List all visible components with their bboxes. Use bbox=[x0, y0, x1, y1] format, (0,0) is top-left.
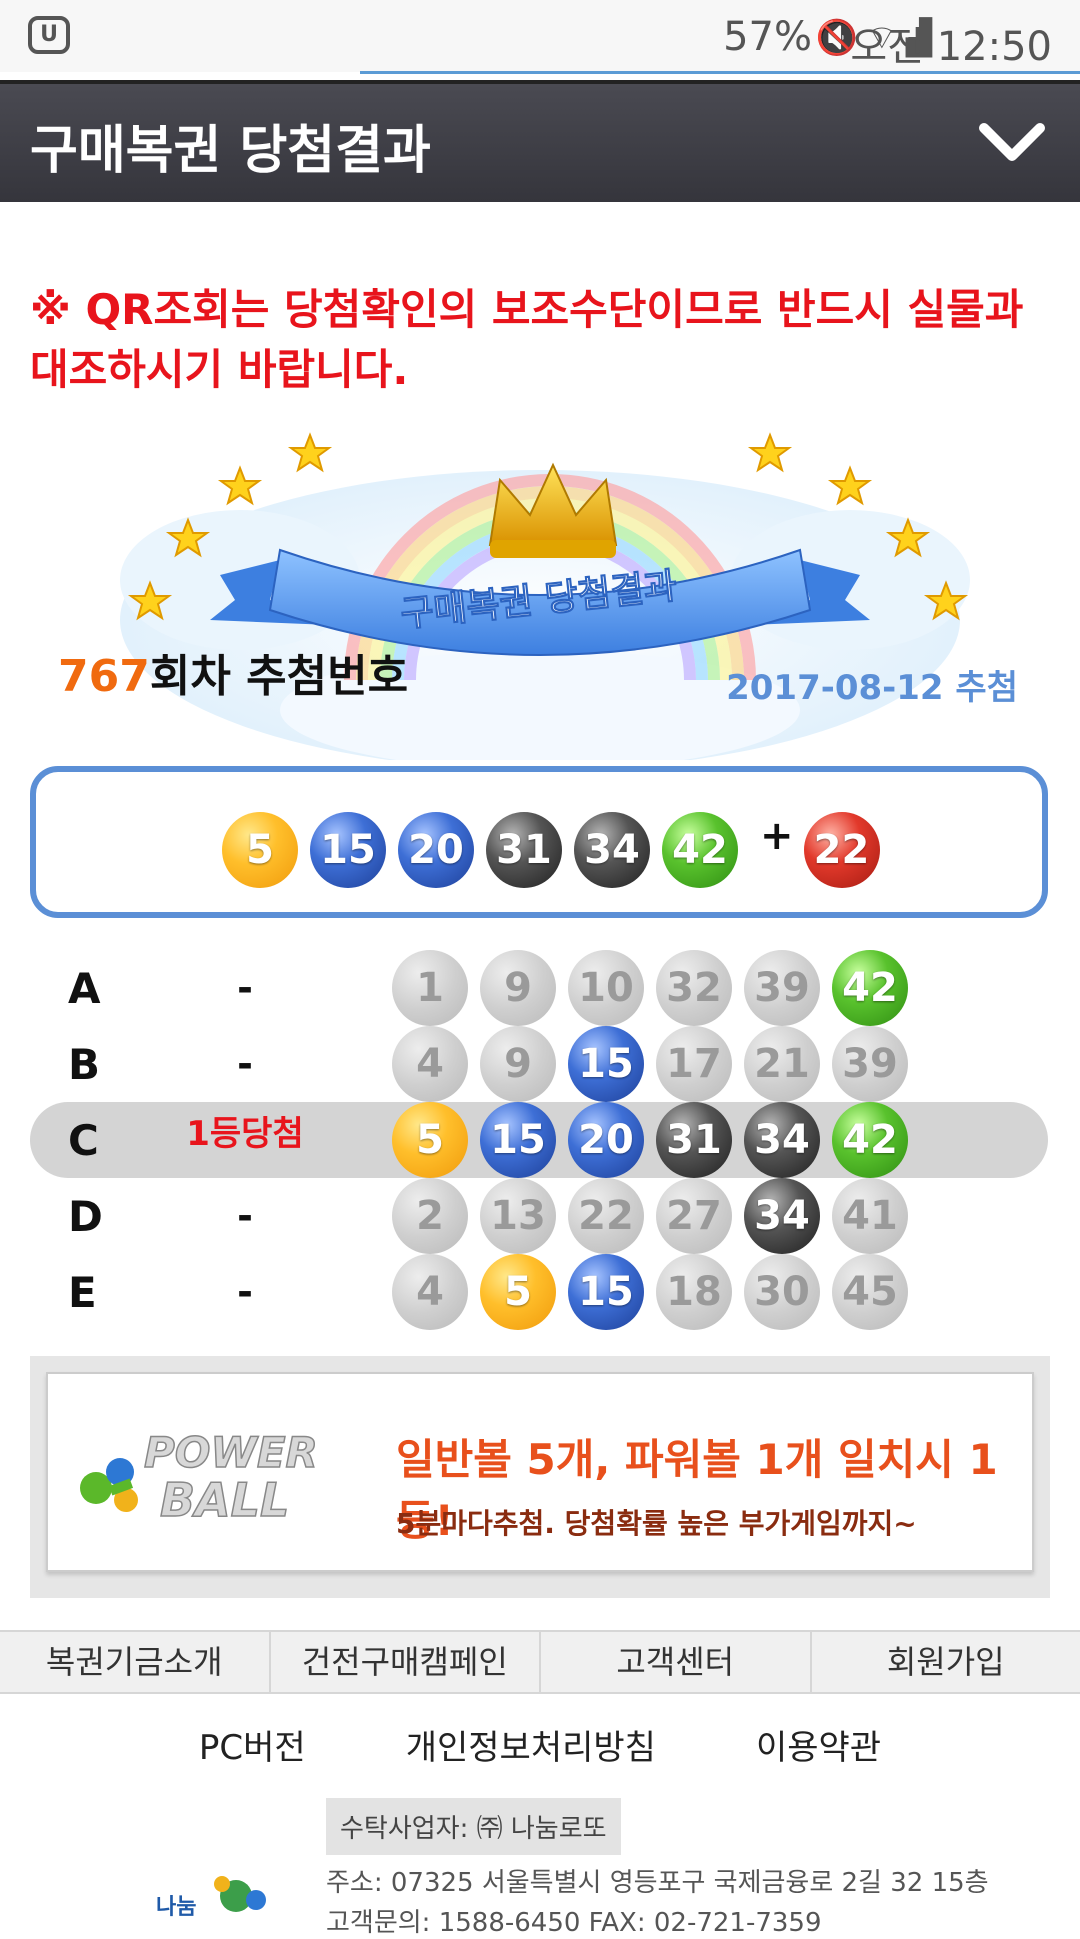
page-header: 구매복권 당첨결과 bbox=[0, 80, 1080, 202]
draw-round-title: 767회차 추첨번호 bbox=[58, 640, 408, 704]
status-bar: U 🔇⌔▟ 57% 오전 12:50 bbox=[0, 0, 1080, 72]
winning-ball: 15 bbox=[310, 812, 386, 888]
ticket-letter: D bbox=[68, 1192, 103, 1241]
pc-version-link[interactable]: PC버전 bbox=[199, 1720, 306, 1769]
ticket-ball: 39 bbox=[832, 1026, 908, 1102]
ticket-ball: 34 bbox=[744, 1102, 820, 1178]
ticket-row: B - 4915172139 bbox=[30, 1026, 1048, 1102]
ticket-ball: 34 bbox=[744, 1178, 820, 1254]
powerball-ad-card[interactable]: POWER BALL 일반볼 5개, 파워볼 1개 일치시 1등! 5분마다추첨… bbox=[46, 1372, 1034, 1572]
ticket-ball: 13 bbox=[480, 1178, 556, 1254]
page-load-progress bbox=[360, 71, 1080, 74]
ticket-ball: 15 bbox=[480, 1102, 556, 1178]
ticket-ball: 15 bbox=[568, 1026, 644, 1102]
ticket-ball: 41 bbox=[832, 1178, 908, 1254]
ticket-ball: 4 bbox=[392, 1254, 468, 1330]
winning-ball: 34 bbox=[574, 812, 650, 888]
logo-power-text: POWER bbox=[144, 1428, 318, 1477]
ticket-ball: 9 bbox=[480, 950, 556, 1026]
company-address: 주소: 07325 서울특별시 영등포구 국제금융로 2길 32 15층 bbox=[326, 1862, 989, 1899]
ticket-row: A - 1910323942 bbox=[30, 950, 1048, 1026]
ticket-result: 1등당첨 bbox=[180, 1106, 310, 1155]
ticket-ball: 22 bbox=[568, 1178, 644, 1254]
nanum-lotto-logo: 나눔 bbox=[152, 1874, 272, 1920]
ticket-ball: 18 bbox=[656, 1254, 732, 1330]
ticket-ball: 42 bbox=[832, 950, 908, 1026]
ticket-ball: 42 bbox=[832, 1102, 908, 1178]
winning-numbers-box: 51520313442 +22 bbox=[30, 766, 1048, 918]
footer-links: PC버전 개인정보처리방침 이용약관 bbox=[0, 1720, 1080, 1769]
ticket-ball: 15 bbox=[568, 1254, 644, 1330]
winning-ball: 20 bbox=[398, 812, 474, 888]
draw-round-suffix: 회차 추첨번호 bbox=[150, 651, 408, 702]
ticket-numbers: 51520313442 bbox=[392, 1102, 920, 1178]
nanum-logo-text: 나눔 bbox=[156, 1895, 196, 1920]
ticket-numbers: 4515183045 bbox=[392, 1254, 920, 1330]
ticket-ball: 5 bbox=[392, 1102, 468, 1178]
app-logo-icon: U bbox=[28, 16, 70, 54]
ticket-ball: 27 bbox=[656, 1178, 732, 1254]
ticket-letter: C bbox=[68, 1116, 99, 1165]
ticket-numbers: 1910323942 bbox=[392, 950, 920, 1026]
terms-link[interactable]: 이용약관 bbox=[756, 1720, 881, 1769]
ticket-numbers: 21322273441 bbox=[392, 1178, 920, 1254]
ticket-ball: 9 bbox=[480, 1026, 556, 1102]
winning-ball: 31 bbox=[486, 812, 562, 888]
bonus-plus-sign: + bbox=[760, 813, 794, 859]
ticket-result: - bbox=[180, 966, 310, 1010]
ticket-ball: 31 bbox=[656, 1102, 732, 1178]
ticket-row: C 1등당첨 51520313442 bbox=[30, 1102, 1048, 1178]
operator-label: 수탁사업자: ㈜ 나눔로또 bbox=[326, 1798, 621, 1855]
ticket-ball: 32 bbox=[656, 950, 732, 1026]
footer-nav-fund-intro[interactable]: 복권기금소개 bbox=[0, 1632, 271, 1692]
powerball-ad[interactable]: POWER BALL 일반볼 5개, 파워볼 1개 일치시 1등! 5분마다추첨… bbox=[30, 1356, 1050, 1598]
powerball-logo: POWER BALL bbox=[74, 1412, 344, 1532]
ticket-ball: 17 bbox=[656, 1026, 732, 1102]
winning-ball: 42 bbox=[662, 812, 738, 888]
ticket-row: E-4515183045 bbox=[30, 1254, 1048, 1330]
ticket-ball: 2 bbox=[392, 1178, 468, 1254]
ticket-ball: 21 bbox=[744, 1026, 820, 1102]
winning-numbers: 51520313442 +22 bbox=[222, 812, 892, 888]
ticket-results: A-1910323942B-4915172139C1등당첨51520313442… bbox=[30, 950, 1048, 1330]
draw-date: 2017-08-12 추첨 bbox=[726, 660, 1018, 709]
footer-nav: 복권기금소개 건전구매캠페인 고객센터 회원가입 bbox=[0, 1630, 1080, 1694]
ticket-ball: 5 bbox=[480, 1254, 556, 1330]
ticket-result: - bbox=[180, 1194, 310, 1238]
battery-level: 57% bbox=[723, 14, 812, 60]
ad-subline: 5분마다추첨. 당첨확률 높은 부가게임까지~ bbox=[396, 1502, 917, 1542]
chevron-down-icon[interactable] bbox=[972, 102, 1052, 182]
ticket-letter: B bbox=[68, 1040, 100, 1089]
ticket-ball: 45 bbox=[832, 1254, 908, 1330]
ticket-letter: A bbox=[68, 964, 101, 1013]
draw-round-number: 767 bbox=[58, 651, 150, 702]
clock: 오전 12:50 bbox=[850, 14, 1052, 72]
page-title: 구매복권 당첨결과 bbox=[30, 108, 431, 183]
ticket-ball: 4 bbox=[392, 1026, 468, 1102]
ticket-ball: 1 bbox=[392, 950, 468, 1026]
ticket-result: - bbox=[180, 1270, 310, 1314]
ticket-letter: E bbox=[68, 1268, 97, 1317]
footer-nav-campaign[interactable]: 건전구매캠페인 bbox=[271, 1632, 542, 1692]
footer-nav-customer-center[interactable]: 고객센터 bbox=[541, 1632, 812, 1692]
ticket-ball: 20 bbox=[568, 1102, 644, 1178]
ticket-numbers: 4915172139 bbox=[392, 1026, 920, 1102]
privacy-policy-link[interactable]: 개인정보처리방침 bbox=[406, 1720, 656, 1769]
ticket-ball: 10 bbox=[568, 950, 644, 1026]
company-contact: 고객문의: 1588-6450 FAX: 02-721-7359 bbox=[326, 1902, 822, 1939]
footer-nav-signup[interactable]: 회원가입 bbox=[812, 1632, 1080, 1692]
ticket-ball: 39 bbox=[744, 950, 820, 1026]
bonus-ball: 22 bbox=[804, 812, 880, 888]
ticket-ball: 30 bbox=[744, 1254, 820, 1330]
logo-ball-text: BALL bbox=[160, 1473, 289, 1527]
winning-ball: 5 bbox=[222, 812, 298, 888]
ticket-result: - bbox=[180, 1042, 310, 1086]
ticket-row: D - 21322273441 bbox=[30, 1178, 1048, 1254]
